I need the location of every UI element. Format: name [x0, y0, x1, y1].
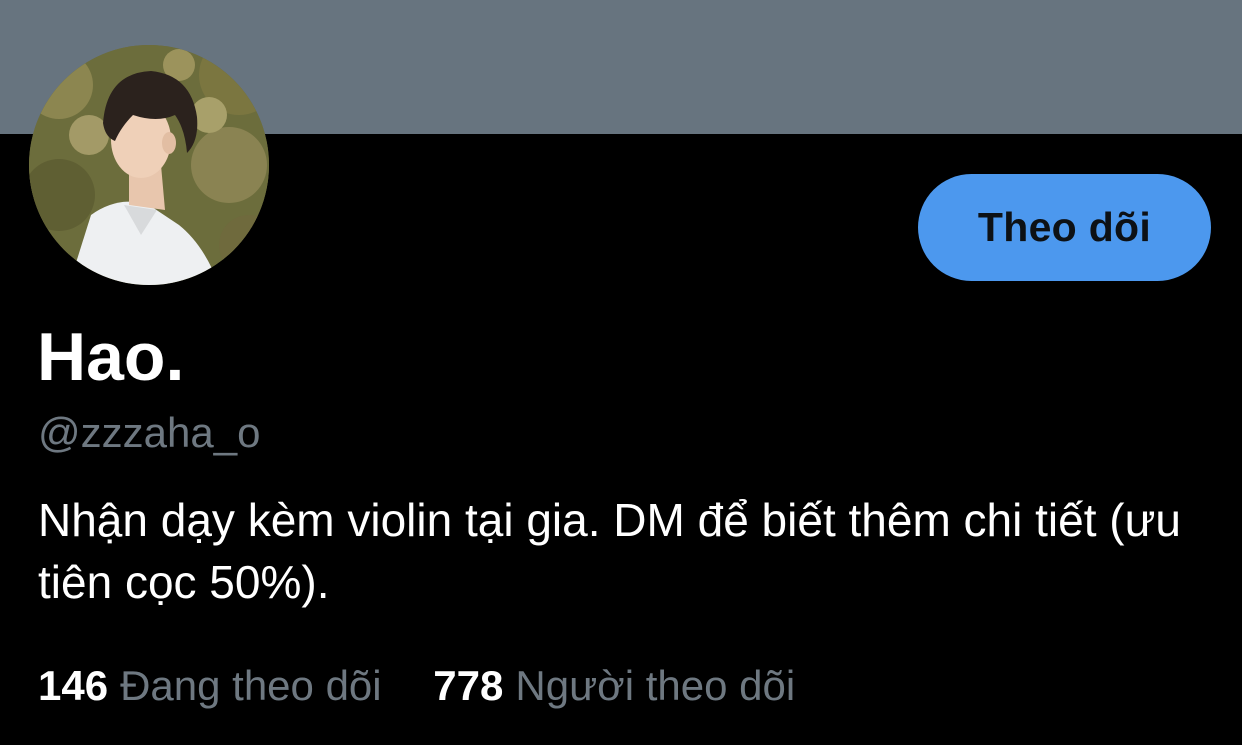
display-name: Hao.	[37, 319, 185, 395]
following-label: Đang theo dõi	[120, 662, 382, 709]
following-count: 146	[38, 662, 109, 709]
follow-button[interactable]: Theo dõi	[918, 174, 1211, 281]
avatar[interactable]	[29, 45, 269, 285]
avatar-image	[29, 45, 269, 285]
profile-stats: 146 Đang theo dõi 778 Người theo dõi	[38, 660, 795, 712]
follow-button-label: Theo dõi	[977, 204, 1152, 250]
username-handle: @zzzaha_o	[38, 409, 261, 456]
followers-stat[interactable]: 778 Người theo dõi	[433, 660, 795, 712]
followers-count: 778	[433, 662, 504, 709]
following-stat[interactable]: 146 Đang theo dõi	[38, 660, 382, 712]
profile-bio: Nhận dạy kèm violin tại gia. DM để biết …	[38, 494, 1181, 608]
followers-label: Người theo dõi	[515, 662, 796, 709]
